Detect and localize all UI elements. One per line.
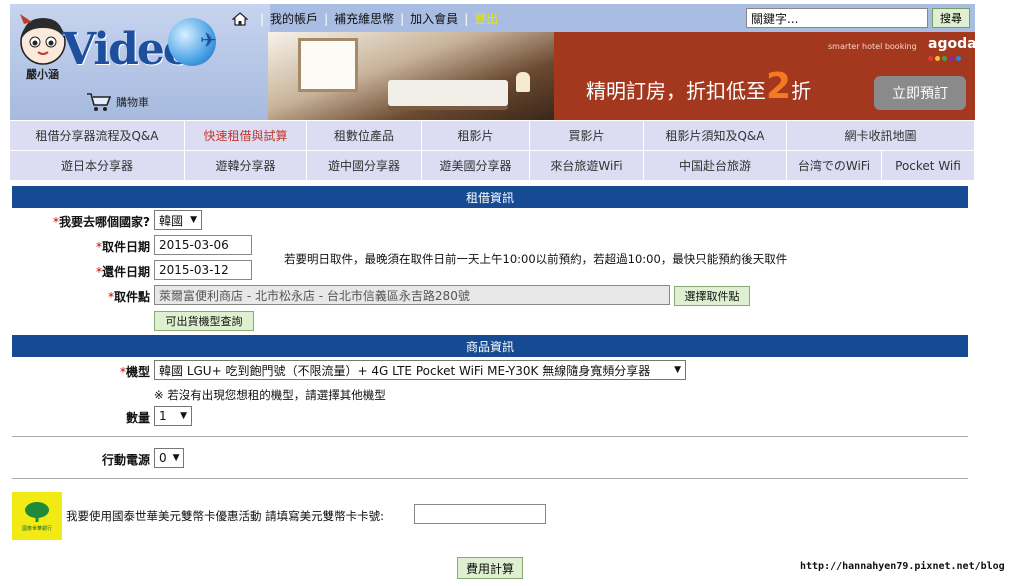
cart-label: 購物車 [116,96,149,109]
return-date-input[interactable] [154,260,252,280]
pickup-date-label: *取件日期 [95,240,150,254]
brand-dots-icon [928,56,961,61]
divider [12,478,968,479]
quantity-select-value: 1 [159,409,167,423]
return-date-label: *還件日期 [95,265,150,279]
my-account-link[interactable]: 我的帳戶 [270,10,318,27]
menu-pocket-wifi[interactable]: Pocket Wifi [882,151,975,180]
slogan-post: 折 [791,79,812,103]
tree-icon [25,501,49,522]
pickup-date-note: 若要明日取件，最晚須在取件日前一天上午10:00以前預約，若超過10:00，最快… [284,252,788,266]
menu-china-wifi[interactable]: 遊中國分享器 [307,151,422,180]
cart-icon [87,93,112,111]
pickup-point-input[interactable] [154,285,670,305]
banner-brand: agoda [928,36,975,52]
card-number-input[interactable] [414,504,546,524]
menu-quick-rental[interactable]: 快速租借與試算 [185,121,307,150]
logo-area: 嚴小涵 Video ✈ 購物車 [10,4,270,120]
airplane-icon: ✈ [200,28,217,52]
watermark: http://hannahyen79.pixnet.net/blog [800,561,1005,572]
main-menu: 租借分享器流程及Q&A 快速租借與試算 租數位產品 租影片 買影片 租影片須知及… [10,121,975,181]
join-member-link[interactable]: 加入會員 [410,10,458,27]
quantity-label: 數量 [125,411,150,425]
country-label-text: 我要去哪個國家? [59,215,150,229]
banner-slogan: 精明訂房，折扣低至2折 [586,66,811,107]
top-nav: | 我的帳戶 | 補充維思幣 | 加入會員 | 登出 [232,10,498,27]
bank-name: 國泰世華銀行 [21,525,52,532]
add-points-link[interactable]: 補充維思幣 [334,10,394,27]
menu-korea-wifi[interactable]: 遊韓分享器 [185,151,307,180]
pickup-date-input[interactable] [154,235,252,255]
cart-link[interactable]: 購物車 [86,92,149,112]
availability-query-button[interactable]: 可出貨機型查詢 [154,311,254,331]
quantity-select[interactable]: 1 ▼ [154,406,192,426]
dropdown-arrow-icon: ▼ [674,365,681,375]
menu-video-faq[interactable]: 租影片須知及Q&A [644,121,787,150]
model-note: ※ 若沒有出現您想租的機型，請選擇其他機型 [154,388,386,402]
menu-buy-video[interactable]: 買影片 [530,121,644,150]
menu-usa-wifi[interactable]: 遊美國分享器 [422,151,530,180]
choose-pickup-point-button[interactable]: 選擇取件點 [674,286,750,306]
book-now-button[interactable]: 立即預訂 [874,76,966,110]
site-header: 嚴小涵 Video ✈ 購物車 | 我的帳戶 | 補充維思幣 | 加入會員 | … [10,4,975,120]
menu-taiwan-visitor-wifi[interactable]: 來台旅遊WiFi [530,151,644,180]
search-bar: 搜尋 [746,8,970,28]
country-select[interactable]: 韓國 ▼ [154,210,202,230]
home-icon[interactable] [232,11,248,26]
hotel-room-image [268,32,554,120]
menu-taiwan-wifi-jp[interactable]: 台湾でのWiFi [787,151,882,180]
menu-rent-video[interactable]: 租影片 [422,121,530,150]
model-label: *機型 [119,365,150,379]
slogan-number: 2 [766,66,792,107]
power-bank-select[interactable]: 0 ▼ [154,448,184,468]
promo-text: 我要使用國泰世華美元雙幣卡優惠活動 請填寫美元雙幣卡卡號: [66,509,385,523]
menu-row-1: 租借分享器流程及Q&A 快速租借與試算 租數位產品 租影片 買影片 租影片須知及… [10,121,975,151]
menu-japan-wifi[interactable]: 遊日本分享器 [10,151,185,180]
cathay-bank-logo: 國泰世華銀行 [12,492,62,540]
search-input[interactable] [746,8,928,28]
dropdown-arrow-icon: ▼ [172,453,180,463]
calculate-fee-button[interactable]: 費用計算 [457,557,523,579]
model-select-value: 韓國 LGU+ 吃到飽門號（不限流量）+ 4G LTE Pocket WiFi … [159,363,651,378]
search-button[interactable]: 搜尋 [932,8,970,28]
model-select[interactable]: 韓國 LGU+ 吃到飽門號（不限流量）+ 4G LTE Pocket WiFi … [154,360,686,380]
menu-china-to-taiwan[interactable]: 中国赴台旅游 [644,151,787,180]
dropdown-arrow-icon: ▼ [180,411,187,421]
pickup-date-label-text: 取件日期 [101,240,150,254]
divider [12,436,968,437]
product-section-header: 商品資訊 [12,335,968,357]
power-bank-label: 行動電源 [101,453,150,467]
pickup-point-label-text: 取件點 [113,290,150,304]
slogan-pre: 精明訂房，折扣低至 [586,79,766,103]
pickup-point-label: *取件點 [107,290,150,304]
mascot-text: 嚴小涵 [26,68,59,81]
agoda-banner[interactable]: smarter hotel booking agoda 精明訂房，折扣低至2折 … [268,32,975,120]
return-date-label-text: 還件日期 [101,265,150,279]
menu-row-2: 遊日本分享器 遊韓分享器 遊中國分享器 遊美國分享器 來台旅遊WiFi 中国赴台… [10,151,975,181]
rental-section-header: 租借資訊 [12,186,968,208]
country-select-value: 韓國 [159,213,184,228]
logout-link[interactable]: 登出 [474,10,498,27]
model-label-text: 機型 [125,365,150,379]
banner-tagline: smarter hotel booking [828,42,917,51]
country-label: *我要去哪個國家? [53,215,150,229]
dropdown-arrow-icon: ▼ [190,215,197,225]
menu-coverage-map[interactable]: 網卡收訊地圖 [787,121,975,150]
menu-digital-products[interactable]: 租數位產品 [307,121,422,150]
menu-rental-flow[interactable]: 租借分享器流程及Q&A [10,121,185,150]
power-bank-select-value: 0 [159,451,167,465]
